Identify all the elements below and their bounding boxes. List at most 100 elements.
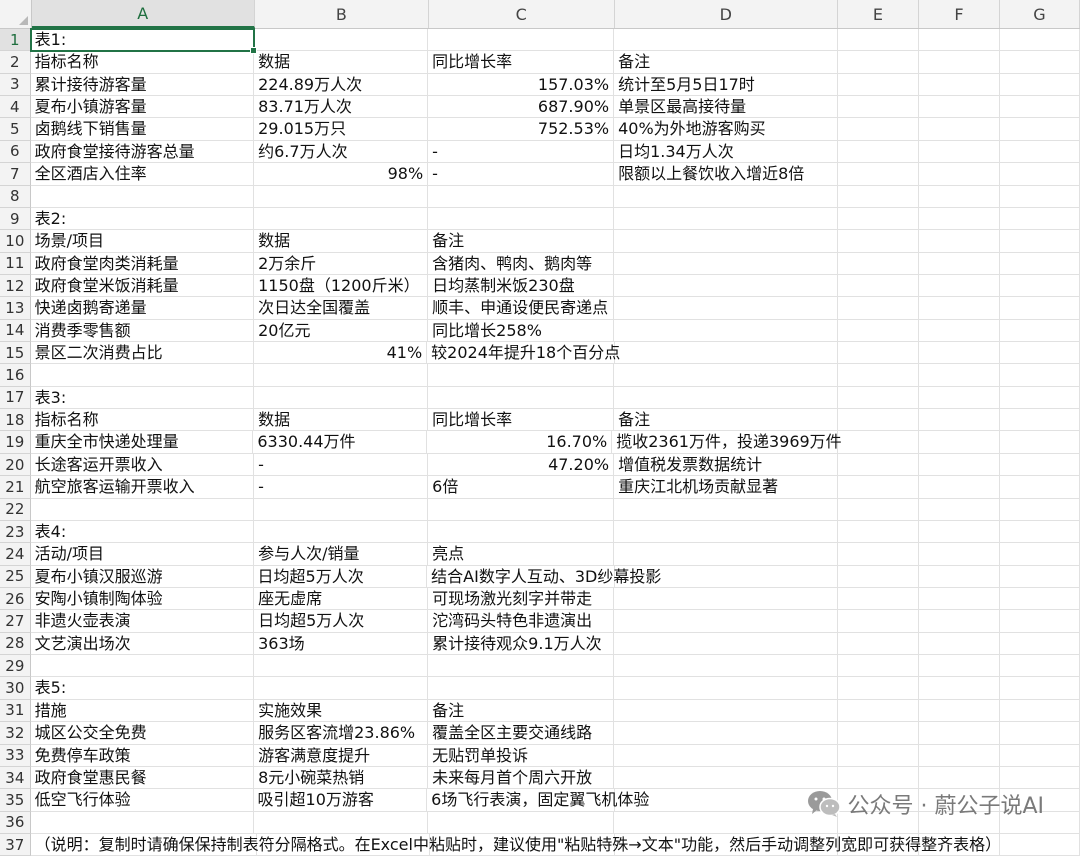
cell-d12[interactable]	[614, 274, 838, 298]
cell-f11[interactable]	[918, 252, 1000, 275]
cell-g27[interactable]	[999, 610, 1080, 633]
cell-a34[interactable]: 政府食堂惠民餐	[30, 766, 255, 790]
cell-g37[interactable]	[1000, 833, 1080, 856]
row-header[interactable]: 27	[0, 610, 31, 633]
row-header[interactable]: 24	[0, 543, 31, 566]
cell-f15[interactable]	[919, 342, 1001, 365]
cell-a16[interactable]	[30, 364, 255, 387]
row-header[interactable]: 15	[0, 342, 31, 365]
cell-e14[interactable]	[837, 319, 919, 343]
cell-f18[interactable]	[918, 409, 1000, 432]
cell-d28[interactable]	[614, 632, 838, 656]
row-header[interactable]: 23	[0, 520, 31, 544]
cell-a29[interactable]	[30, 655, 255, 678]
cell-b31[interactable]: 实施效果	[254, 699, 429, 723]
cell-e7[interactable]	[837, 163, 919, 186]
cell-e12[interactable]	[837, 274, 919, 298]
row-header[interactable]: 32	[0, 722, 31, 745]
cell-g34[interactable]	[999, 766, 1080, 790]
cell-d6[interactable]: 日均1.34万人次	[614, 140, 838, 164]
cell-g15[interactable]	[1000, 342, 1080, 365]
cell-g32[interactable]	[999, 722, 1080, 745]
cell-b21[interactable]: -	[254, 476, 429, 499]
cell-d7[interactable]: 限额以上餐饮收入增近8倍	[614, 163, 838, 186]
cell-a27[interactable]: 非遗火壶表演	[30, 610, 255, 633]
cell-a20[interactable]: 长途客运开票收入	[30, 453, 255, 477]
row-header[interactable]: 18	[0, 409, 31, 432]
cell-b18[interactable]: 数据	[254, 409, 429, 432]
cell-e18[interactable]	[837, 409, 919, 432]
row-header[interactable]: 4	[0, 96, 31, 119]
cell-c8[interactable]	[428, 185, 615, 208]
row-header[interactable]: 11	[0, 252, 31, 275]
cell-g6[interactable]	[999, 140, 1080, 164]
cell-a10[interactable]: 场景/项目	[30, 230, 255, 253]
cell-c26[interactable]: 可现场激光刻字并带走	[428, 587, 615, 611]
cell-d17[interactable]	[614, 386, 838, 410]
cell-b25[interactable]: 日均超5万人次	[253, 565, 428, 588]
cell-a32[interactable]: 城区公交全免费	[30, 722, 255, 745]
cell-a18[interactable]: 指标名称	[30, 409, 255, 432]
cell-f1[interactable]	[918, 29, 1000, 52]
cell-b33[interactable]: 游客满意度提升	[254, 744, 429, 767]
cell-b14[interactable]: 20亿元	[254, 319, 429, 343]
row-header[interactable]: 1	[0, 29, 31, 52]
cell-g14[interactable]	[999, 319, 1080, 343]
cell-g10[interactable]	[999, 230, 1080, 253]
cell-g7[interactable]	[999, 163, 1080, 186]
cell-c34[interactable]: 未来每月首个周六开放	[428, 766, 615, 790]
cell-b4[interactable]: 83.71万人次	[254, 96, 429, 119]
cell-d20[interactable]: 增值税发票数据统计	[614, 453, 838, 477]
cell-g4[interactable]	[999, 96, 1080, 119]
cell-d10[interactable]	[614, 230, 838, 253]
row-header[interactable]: 28	[0, 632, 31, 656]
cell-d22[interactable]	[614, 498, 838, 521]
cell-e22[interactable]	[837, 498, 919, 521]
cell-b17[interactable]	[254, 386, 429, 410]
cell-c19[interactable]: 16.70%	[426, 431, 613, 454]
cell-f22[interactable]	[918, 498, 1000, 521]
cell-a6[interactable]: 政府食堂接待游客总量	[30, 140, 255, 164]
cell-f9[interactable]	[918, 207, 1000, 231]
cell-e6[interactable]	[837, 140, 919, 164]
cell-g19[interactable]	[1000, 431, 1080, 454]
cell-a37[interactable]: （说明：复制时请确保保持制表符分隔格式。在Excel中粘贴时，建议使用"粘贴特殊…	[30, 833, 1001, 856]
cell-c36[interactable]	[428, 811, 615, 834]
row-header[interactable]: 8	[0, 185, 31, 208]
cell-b9[interactable]	[254, 207, 429, 231]
cell-f34[interactable]	[918, 766, 1000, 790]
cell-a19[interactable]: 重庆全市快递处理量	[30, 431, 254, 454]
cell-a8[interactable]	[30, 185, 255, 208]
cell-f8[interactable]	[918, 185, 1000, 208]
cell-g21[interactable]	[999, 476, 1080, 499]
cell-b24[interactable]: 参与人次/销量	[254, 543, 429, 566]
cell-c17[interactable]	[428, 386, 615, 410]
cell-g33[interactable]	[999, 744, 1080, 767]
row-header[interactable]: 20	[0, 453, 31, 477]
cell-f4[interactable]	[918, 96, 1000, 119]
cell-g25[interactable]	[1000, 565, 1080, 588]
cell-f13[interactable]	[918, 297, 1000, 320]
row-header[interactable]: 10	[0, 230, 31, 253]
cell-b26[interactable]: 座无虚席	[254, 587, 429, 611]
cell-g3[interactable]	[999, 73, 1080, 97]
row-header[interactable]: 2	[0, 51, 31, 74]
cell-f27[interactable]	[918, 610, 1000, 633]
cell-e31[interactable]	[837, 699, 919, 723]
cell-b22[interactable]	[254, 498, 429, 521]
cell-d27[interactable]	[614, 610, 838, 633]
cell-d15[interactable]	[615, 342, 839, 365]
cell-b16[interactable]	[254, 364, 429, 387]
cell-g8[interactable]	[999, 185, 1080, 208]
cell-e23[interactable]	[837, 520, 919, 544]
cell-d36[interactable]	[614, 811, 838, 834]
cell-e20[interactable]	[837, 453, 919, 477]
cell-c18[interactable]: 同比增长率	[428, 409, 615, 432]
cell-f33[interactable]	[918, 744, 1000, 767]
cell-f10[interactable]	[918, 230, 1000, 253]
cell-e15[interactable]	[838, 342, 920, 365]
cell-d13[interactable]	[614, 297, 838, 320]
cell-d18[interactable]: 备注	[614, 409, 838, 432]
cell-a9[interactable]: 表2:	[30, 207, 255, 231]
cell-c6[interactable]: -	[428, 140, 615, 164]
